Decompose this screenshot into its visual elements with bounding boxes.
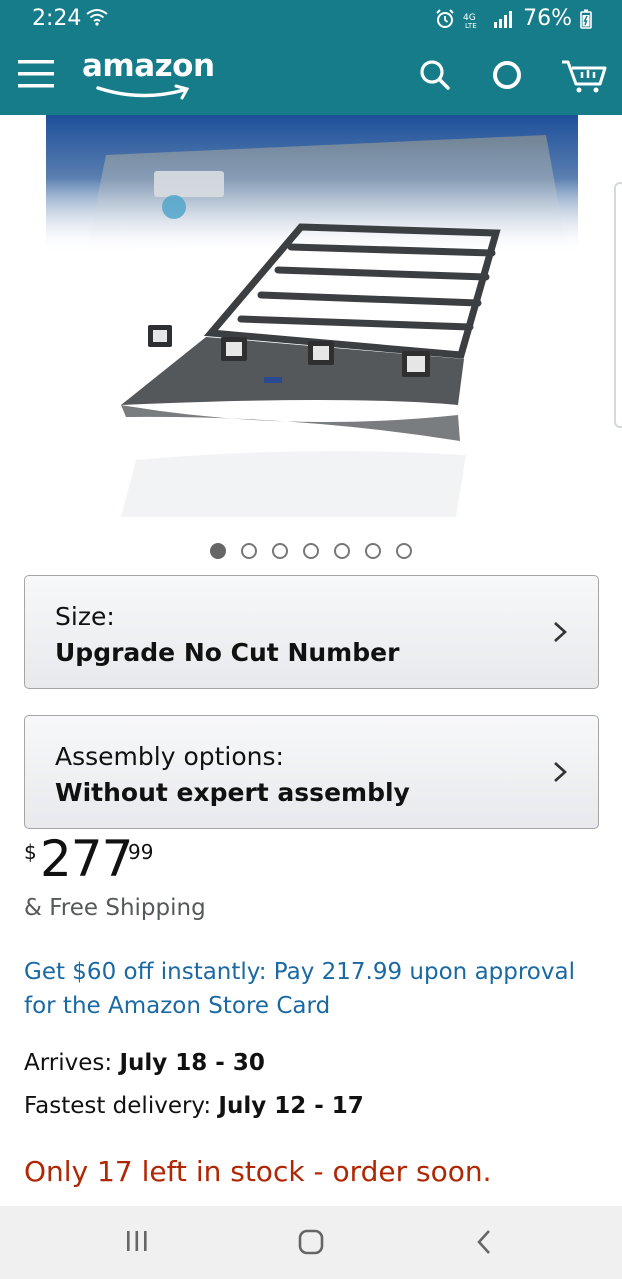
system-nav-bar bbox=[0, 1206, 622, 1279]
product-page: 2:24 4G LTE 76% amazon Size: Upgrade No … bbox=[0, 0, 622, 1279]
product-image[interactable] bbox=[46, 115, 578, 517]
chevron-right-icon bbox=[552, 620, 568, 649]
fastest-label: Fastest delivery: bbox=[24, 1093, 219, 1119]
carousel-dot[interactable] bbox=[241, 543, 257, 559]
carousel-dot[interactable] bbox=[334, 543, 350, 559]
carousel-dot[interactable] bbox=[272, 543, 288, 559]
back-icon[interactable] bbox=[472, 1228, 496, 1261]
svg-text:LTE: LTE bbox=[465, 22, 477, 29]
signal-icon bbox=[493, 10, 515, 28]
arrives-label: Arrives: bbox=[24, 1050, 120, 1076]
next-image-peek[interactable] bbox=[614, 182, 622, 428]
fastest-date: July 12 - 17 bbox=[218, 1093, 364, 1119]
alexa-icon[interactable] bbox=[490, 58, 524, 97]
price-fraction: 99 bbox=[128, 840, 154, 864]
chevron-right-icon bbox=[552, 760, 568, 789]
battery-percent: 76% bbox=[523, 6, 572, 31]
store-card-promo-link[interactable]: Get $60 off instantly: Pay 217.99 upon a… bbox=[24, 955, 594, 1023]
arrival-info: Arrives: July 18 - 30 bbox=[24, 1050, 265, 1076]
search-icon[interactable] bbox=[418, 58, 452, 97]
carousel-dot[interactable] bbox=[396, 543, 412, 559]
size-label: Size: bbox=[55, 602, 115, 631]
alarm-icon bbox=[435, 8, 455, 29]
shipping-info: & Free Shipping bbox=[24, 895, 206, 921]
battery-icon bbox=[580, 9, 592, 29]
wifi-icon bbox=[86, 8, 108, 31]
home-icon[interactable] bbox=[297, 1228, 325, 1261]
cart-icon[interactable] bbox=[560, 56, 608, 99]
assembly-selector[interactable]: Assembly options: Without expert assembl… bbox=[24, 715, 599, 829]
stock-warning: Only 17 left in stock - order soon. bbox=[24, 1155, 492, 1188]
carousel-dot[interactable] bbox=[365, 543, 381, 559]
recent-apps-icon[interactable] bbox=[124, 1228, 150, 1259]
size-selector[interactable]: Size: Upgrade No Cut Number bbox=[24, 575, 599, 689]
status-time: 2:24 bbox=[32, 6, 82, 31]
size-value: Upgrade No Cut Number bbox=[55, 638, 400, 667]
price-whole: 277 bbox=[40, 830, 133, 888]
price-symbol: $ bbox=[24, 840, 37, 864]
amazon-logo[interactable]: amazon bbox=[82, 48, 222, 104]
carousel-dots bbox=[0, 543, 622, 559]
logo-smile-icon bbox=[96, 84, 190, 100]
network-icon: 4G LTE bbox=[463, 9, 485, 29]
app-header: amazon bbox=[0, 38, 622, 115]
assembly-label: Assembly options: bbox=[55, 742, 284, 771]
carousel-dot[interactable] bbox=[303, 543, 319, 559]
arrives-date: July 18 - 30 bbox=[119, 1050, 265, 1076]
status-right-group: 4G LTE 76% bbox=[435, 6, 592, 31]
logo-text: amazon bbox=[82, 48, 215, 84]
status-bar: 2:24 4G LTE 76% bbox=[0, 0, 622, 38]
assembly-value: Without expert assembly bbox=[55, 778, 410, 807]
fastest-delivery-info: Fastest delivery: July 12 - 17 bbox=[24, 1093, 364, 1119]
menu-icon[interactable] bbox=[16, 56, 56, 92]
carousel-dot[interactable] bbox=[210, 543, 226, 559]
